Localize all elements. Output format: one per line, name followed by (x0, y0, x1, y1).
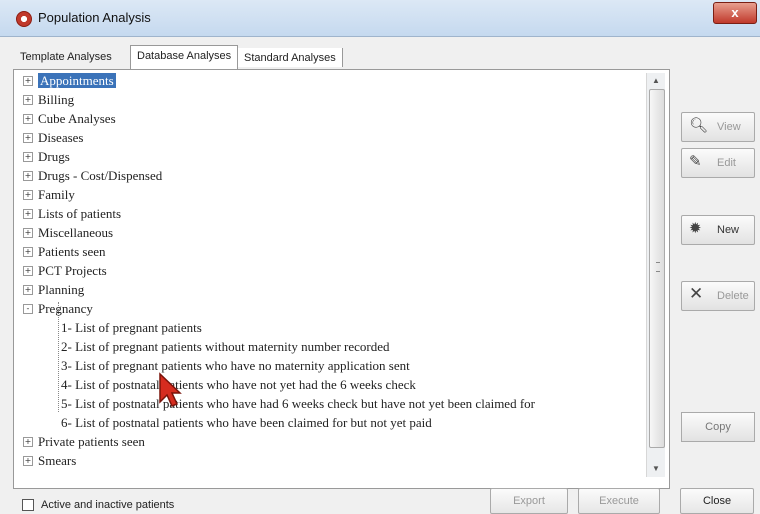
tree-scrollbar[interactable]: ▲ ▼ (646, 73, 665, 477)
tree-item-label: 5- List of postnatal patients who have h… (61, 396, 535, 411)
tree-item-label: PCT Projects (38, 263, 107, 278)
tree-item-label: Drugs - Cost/Dispensed (38, 168, 163, 183)
export-button[interactable]: Export (490, 488, 568, 514)
copy-button[interactable]: Copy (681, 412, 755, 442)
mouse-cursor-icon (159, 372, 182, 407)
delete-button[interactable]: ✕ Delete (681, 281, 755, 311)
tree-child-item[interactable]: 5- List of postnatal patients who have h… (61, 395, 535, 412)
expand-icon[interactable]: + (23, 171, 33, 182)
app-icon (16, 11, 32, 27)
tree-item-label: 4- List of postnatal patients who have n… (61, 377, 416, 392)
expand-icon[interactable]: + (23, 285, 33, 296)
new-icon: ✹ (689, 219, 702, 237)
tree-item-label: 6- List of postnatal patients who have b… (61, 415, 432, 430)
tree-item[interactable]: + Private patients seen (23, 433, 145, 450)
tree-item[interactable]: + Smears (23, 452, 76, 469)
analysis-tree[interactable]: + Appointments + Billing + Cube Analyses + D… (23, 72, 648, 474)
view-button[interactable]: 🔍︎ View (681, 112, 755, 142)
tab-standard-analyses[interactable]: Standard Analyses (237, 48, 343, 67)
collapse-icon[interactable]: - (23, 304, 33, 315)
tree-item-label: Miscellaneous (38, 225, 114, 240)
tree-item-label: Lists of patients (38, 206, 122, 221)
execute-button[interactable]: Execute (578, 488, 660, 514)
tree-child-item[interactable]: 3- List of pregnant patients who have no… (61, 357, 410, 374)
tree-item-label: 3- List of pregnant patients who have no… (61, 358, 410, 373)
scroll-thumb[interactable] (649, 89, 665, 448)
tab-database-analyses[interactable]: Database Analyses (130, 45, 239, 69)
tree-item[interactable]: + Cube Analyses (23, 110, 116, 127)
title-bar: Population Analysis x (0, 0, 760, 37)
expand-icon[interactable]: + (23, 114, 33, 125)
window-close-button[interactable]: x (713, 2, 757, 24)
tree-item-label: 1- List of pregnant patients (61, 320, 202, 335)
close-button[interactable]: Close (680, 488, 754, 514)
expand-icon[interactable]: + (23, 76, 33, 87)
tree-item-label: Smears (38, 453, 77, 468)
tree-item-label: Drugs (38, 149, 70, 164)
tree-item-label: Cube Analyses (38, 111, 116, 126)
tree-item[interactable]: + Diseases (23, 129, 84, 146)
tree-item-label: 2- List of pregnant patients without mat… (61, 339, 390, 354)
tree-item-label: Private patients seen (38, 434, 145, 449)
magnifier-icon: 🔍︎ (689, 116, 709, 134)
tree-item-label: Planning (38, 282, 85, 297)
expand-icon[interactable]: + (23, 209, 33, 220)
expand-icon[interactable]: + (23, 456, 33, 467)
expand-icon[interactable]: + (23, 437, 33, 448)
tree-item[interactable]: + Planning (23, 281, 84, 298)
tree-child-item[interactable]: 4- List of postnatal patients who have n… (61, 376, 416, 393)
tree-guide-line (58, 302, 59, 412)
tree-item-label: Diseases (38, 130, 84, 145)
window-title: Population Analysis (38, 10, 151, 25)
checkbox-label: Active and inactive patients (41, 499, 175, 511)
expand-icon[interactable]: + (23, 247, 33, 258)
active-inactive-checkbox-row[interactable]: Active and inactive patients (22, 499, 175, 512)
active-inactive-checkbox[interactable] (22, 499, 34, 512)
tree-item[interactable]: + Family (23, 186, 75, 203)
tree-child-item[interactable]: 1- List of pregnant patients (61, 319, 202, 336)
expand-icon[interactable]: + (23, 266, 33, 277)
new-button[interactable]: ✹ New (681, 215, 755, 245)
tree-item[interactable]: + Miscellaneous (23, 224, 113, 241)
edit-icon: ✎ (689, 152, 702, 170)
expand-icon[interactable]: + (23, 190, 33, 201)
edit-button[interactable]: ✎ Edit (681, 148, 755, 178)
tab-template-analyses[interactable]: Template Analyses (14, 47, 118, 67)
scroll-up-arrow-icon[interactable]: ▲ (647, 73, 665, 89)
tree-item[interactable]: + Lists of patients (23, 205, 121, 222)
tree-item-label: Family (38, 187, 75, 202)
delete-icon: ✕ (689, 284, 704, 304)
tree-item-label: Billing (38, 92, 75, 107)
tree-item[interactable]: + Patients seen (23, 243, 106, 260)
tree-item-pregnancy[interactable]: - Pregnancy (23, 300, 93, 317)
tree-item[interactable]: + Drugs - Cost/Dispensed (23, 167, 162, 184)
tree-item[interactable]: + Billing (23, 91, 74, 108)
scroll-down-arrow-icon[interactable]: ▼ (647, 461, 665, 477)
grip-icon (656, 262, 660, 272)
tree-item[interactable]: + Drugs (23, 148, 70, 165)
tree-item[interactable]: + PCT Projects (23, 262, 107, 279)
tree-item-label: Patients seen (38, 244, 106, 259)
tree-child-item[interactable]: 2- List of pregnant patients without mat… (61, 338, 390, 355)
expand-icon[interactable]: + (23, 133, 33, 144)
expand-icon[interactable]: + (23, 152, 33, 163)
expand-icon[interactable]: + (23, 228, 33, 239)
tree-item-label: Pregnancy (38, 301, 93, 316)
expand-icon[interactable]: + (23, 95, 33, 106)
tree-item-label: Appointments (38, 73, 116, 88)
tree-item[interactable]: + Appointments (23, 72, 116, 89)
tree-child-item[interactable]: 6- List of postnatal patients who have b… (61, 414, 432, 431)
